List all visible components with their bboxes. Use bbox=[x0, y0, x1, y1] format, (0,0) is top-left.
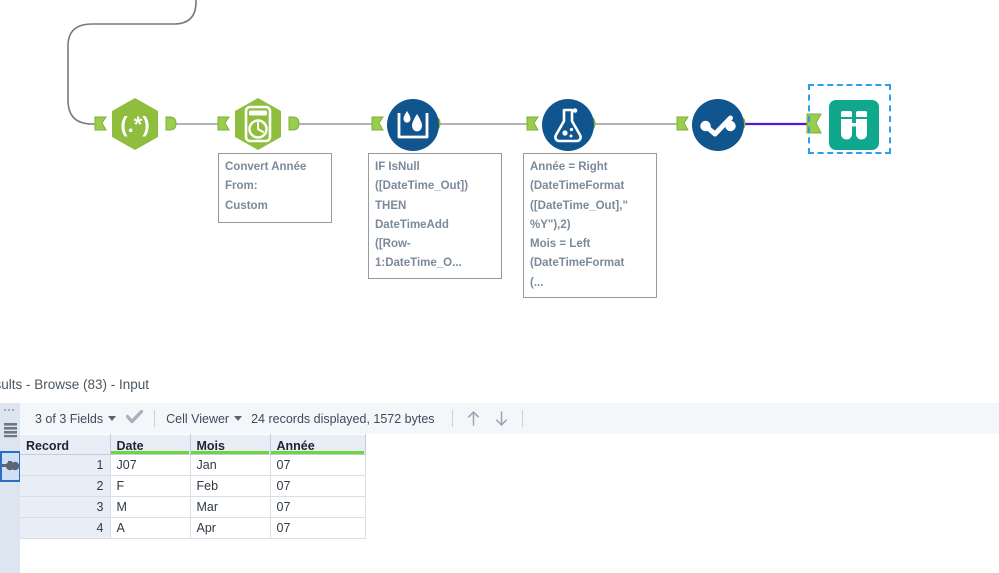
formula-tool[interactable] bbox=[538, 95, 598, 155]
scroll-down-icon[interactable] bbox=[492, 410, 512, 427]
view-mode-selector[interactable]: Cell Viewer bbox=[166, 411, 243, 426]
records-status: 24 records displayed, 1572 bytes bbox=[251, 412, 434, 426]
table-row[interactable]: 3 M Mar 07 bbox=[20, 496, 366, 518]
results-toolbar: 3 of 3 Fields Cell Viewer 24 records dis… bbox=[20, 403, 999, 435]
cell-date[interactable]: M bbox=[110, 496, 191, 518]
fields-label: 3 of 3 Fields bbox=[35, 411, 104, 426]
cell-rec[interactable]: 2 bbox=[20, 475, 111, 497]
datetime-tool[interactable] bbox=[228, 94, 288, 154]
cell-mois[interactable]: Jan bbox=[190, 454, 271, 476]
toolbar-divider-3 bbox=[521, 410, 523, 427]
results-titlebar: esults - Browse (83) - Input bbox=[0, 370, 999, 404]
table-header-row: Record Date Mois Année bbox=[20, 434, 366, 455]
scroll-up-icon[interactable] bbox=[464, 410, 484, 427]
cell-rec[interactable]: 1 bbox=[20, 454, 111, 476]
cell-rec[interactable]: 4 bbox=[20, 517, 111, 539]
data-table: Record Date Mois Année 1 J07 Jan 07 2 F Feb 07 3… bbox=[20, 434, 366, 539]
column-header-record[interactable]: Record bbox=[20, 434, 111, 455]
column-header-annee[interactable]: Année bbox=[270, 434, 366, 455]
cell-date[interactable]: F bbox=[110, 475, 191, 497]
cell-rec[interactable]: 3 bbox=[20, 496, 111, 518]
cell-date[interactable]: J07 bbox=[110, 454, 191, 476]
formula-annotation: Année = Right (DateTimeFormat ([DateTime… bbox=[523, 153, 657, 298]
chevron-down-icon-view[interactable] bbox=[234, 416, 243, 421]
table-row[interactable]: 2 F Feb 07 bbox=[20, 475, 366, 497]
datetime-output-anchor[interactable] bbox=[288, 115, 301, 133]
results-data-grid[interactable]: Record Date Mois Année 1 J07 Jan 07 2 F Feb 07 3… bbox=[20, 434, 999, 573]
fields-selector[interactable]: 3 of 3 Fields bbox=[35, 411, 117, 426]
chevron-down-icon[interactable] bbox=[108, 416, 117, 421]
table-row[interactable]: 4 A Apr 07 bbox=[20, 517, 366, 539]
datetime-annotation: Convert Année From: Custom bbox=[218, 153, 332, 223]
grip-dots-icon[interactable] bbox=[4, 407, 17, 412]
results-title: esults - Browse (83) - Input bbox=[0, 377, 150, 392]
multi-row-formula-tool[interactable] bbox=[383, 95, 443, 155]
browse-binoculars-icon[interactable] bbox=[0, 451, 21, 482]
select-tool[interactable] bbox=[688, 95, 748, 155]
cell-anne[interactable]: 07 bbox=[270, 454, 366, 476]
fields-list-icon[interactable] bbox=[1, 415, 20, 445]
toolbar-divider bbox=[154, 410, 156, 427]
results-panel: esults - Browse (83) - Input 3 of 3 Fiel… bbox=[0, 370, 999, 573]
regex-tool[interactable]: (.*) bbox=[105, 94, 165, 154]
column-header-mois[interactable]: Mois bbox=[190, 434, 271, 455]
cell-anne[interactable]: 07 bbox=[270, 475, 366, 497]
records-status-label: 24 records displayed, 1572 bytes bbox=[251, 411, 435, 426]
alteryx-designer-window: (.*) Convert Année From: Custom IF IsNul… bbox=[0, 0, 999, 573]
browse-tool[interactable] bbox=[824, 95, 884, 155]
results-side-rail bbox=[0, 403, 21, 573]
svg-text:(.*): (.*) bbox=[120, 112, 149, 137]
cell-anne[interactable]: 07 bbox=[270, 517, 366, 539]
multirow-annotation: IF IsNull ([DateTime_Out]) THEN DateTime… bbox=[368, 153, 502, 279]
cell-mois[interactable]: Mar bbox=[190, 496, 271, 518]
view-mode-label: Cell Viewer bbox=[166, 411, 230, 426]
toolbar-divider-2 bbox=[451, 410, 453, 427]
table-body: 1 J07 Jan 07 2 F Feb 07 3 M Mar 07 4 A Apr 07 bbox=[20, 454, 366, 539]
cell-anne[interactable]: 07 bbox=[270, 496, 366, 518]
cell-mois[interactable]: Feb bbox=[190, 475, 271, 497]
cell-mois[interactable]: Apr bbox=[190, 517, 271, 539]
column-header-date[interactable]: Date bbox=[110, 434, 191, 455]
checkmark-icon[interactable] bbox=[125, 409, 144, 427]
table-row[interactable]: 1 J07 Jan 07 bbox=[20, 454, 366, 476]
workflow-canvas[interactable]: (.*) Convert Année From: Custom IF IsNul… bbox=[0, 0, 999, 370]
regex-output-anchor[interactable] bbox=[165, 115, 178, 133]
cell-date[interactable]: A bbox=[110, 517, 191, 539]
